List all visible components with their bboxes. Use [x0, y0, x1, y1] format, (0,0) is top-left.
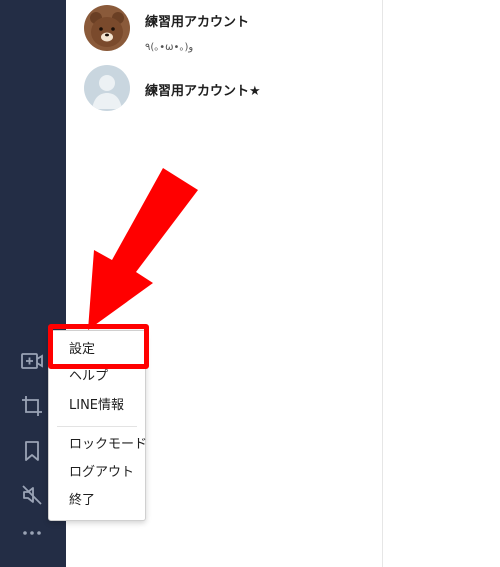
- menu-divider: [57, 426, 137, 427]
- friend-row[interactable]: 練習用アカウント ٩(｡•ω•｡)و: [84, 5, 374, 53]
- menu-item-lock-mode[interactable]: ロックモード: [69, 437, 147, 453]
- friend-row[interactable]: 練習用アカウント★: [84, 65, 374, 113]
- context-menu: 設定 ヘルプ LINE情報 ロックモード ログアウト 終了: [48, 330, 147, 521]
- menu-item-help[interactable]: ヘルプ: [69, 369, 108, 385]
- menu-item-settings[interactable]: 設定: [69, 342, 95, 358]
- bookmark-icon[interactable]: [20, 439, 44, 463]
- add-video-icon[interactable]: [20, 349, 44, 373]
- friend-status: ٩(｡•ω•｡)و: [145, 42, 194, 53]
- default-avatar: [84, 65, 130, 111]
- menu-item-logout[interactable]: ログアウト: [69, 465, 134, 481]
- more-icon[interactable]: [20, 521, 44, 545]
- friend-name: 練習用アカウント★: [145, 84, 261, 99]
- crop-icon[interactable]: [20, 394, 44, 418]
- menu-item-line-info[interactable]: LINE情報: [69, 398, 124, 414]
- menu-item-quit[interactable]: 終了: [69, 493, 95, 509]
- friend-name: 練習用アカウント: [145, 15, 250, 30]
- bear-avatar: [84, 5, 130, 51]
- mute-icon[interactable]: [20, 483, 44, 507]
